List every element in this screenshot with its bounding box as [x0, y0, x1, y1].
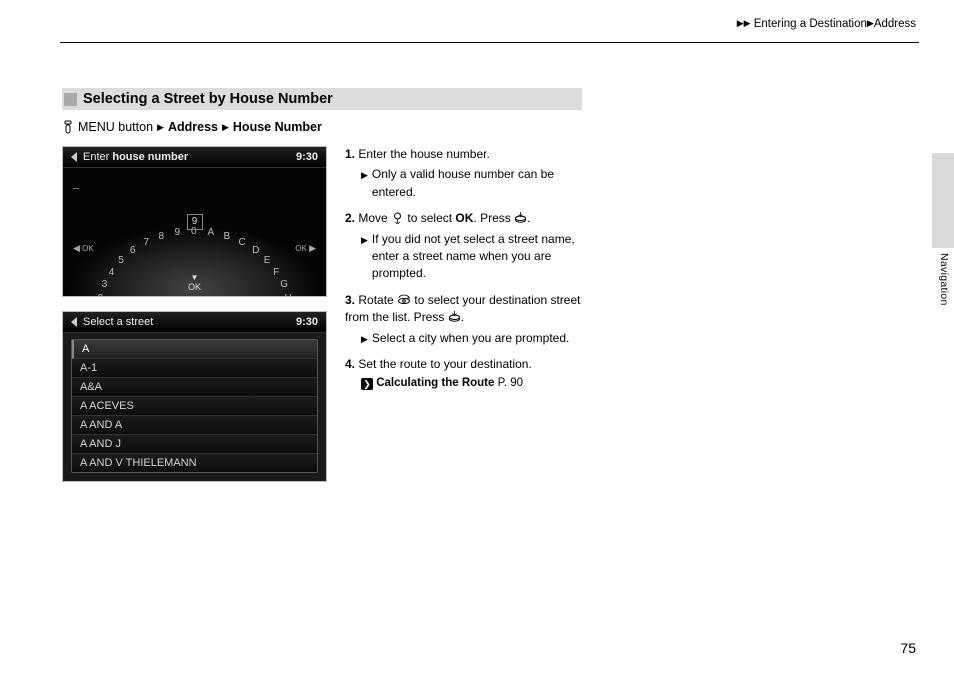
sub-arrow-icon — [361, 333, 368, 347]
path-step1: Address — [168, 120, 218, 134]
menu-label: MENU button — [78, 120, 153, 134]
breadcrumb: Entering a Destination Address — [737, 18, 916, 30]
arc-char: G — [280, 279, 288, 290]
arc-char: 8 — [159, 231, 165, 242]
clock-label: 9:30 — [296, 316, 318, 328]
arc-char: 9 — [175, 227, 181, 238]
menu-path: MENU button Address House Number — [62, 120, 902, 134]
breadcrumb-part2: Address — [874, 18, 916, 30]
breadcrumb-arrow-icon — [737, 18, 744, 28]
arc-char: F — [273, 267, 279, 278]
device-screen-select-street: Select a street 9:30 AA-1A&AA ACEVESA AN… — [62, 311, 327, 482]
street-row: A AND A — [72, 416, 317, 435]
arc-char: D — [252, 245, 259, 256]
street-row: A ACEVES — [72, 397, 317, 416]
section-heading: Selecting a Street by House Number — [62, 88, 582, 110]
street-row: A AND V THIELEMANN — [72, 454, 317, 472]
screen-titlebar: Select a street 9:30 — [63, 312, 326, 333]
arc-char: 2 — [97, 293, 103, 296]
menu-button-icon — [62, 120, 74, 134]
breadcrumb-part1: Entering a Destination — [754, 18, 867, 30]
header-divider — [60, 42, 919, 43]
clock-label: 9:30 — [296, 151, 318, 163]
ok-right-label: OK ▶ — [295, 243, 316, 254]
step-2: 2. Move to select OK. Press . If you did… — [345, 210, 585, 283]
instruction-steps: 1. Enter the house number. Only a valid … — [345, 146, 585, 401]
step-1: 1. Enter the house number. Only a valid … — [345, 146, 585, 201]
arc-char: B — [223, 231, 230, 242]
back-arrow-icon — [71, 152, 77, 162]
street-row: A — [72, 340, 317, 359]
page-number: 75 — [900, 640, 916, 656]
arc-highlight-box: 9 — [187, 214, 203, 230]
path-arrow-icon — [157, 122, 164, 133]
screen1-body: _ 1234567890ABCDEFGHI 9 ◀ OK OK ▶ ▼OK — [63, 168, 326, 296]
reference-icon: ❯ — [361, 378, 373, 390]
arc-char: H — [285, 293, 292, 296]
breadcrumb-arrow-icon — [867, 18, 874, 28]
press-button-icon — [514, 211, 527, 224]
path-arrow-icon — [222, 122, 229, 133]
arc-char: 6 — [130, 245, 136, 256]
rotate-dial-icon — [397, 293, 411, 306]
press-button-icon — [448, 310, 461, 323]
cross-reference: ❯ Calculating the Route P. 90 — [361, 375, 585, 392]
sub-arrow-icon — [361, 234, 368, 283]
section-title: Selecting a Street by House Number — [83, 91, 333, 107]
page-content: Selecting a Street by House Number MENU … — [62, 88, 902, 482]
ok-bottom-label: ▼OK — [173, 272, 217, 292]
screenshots-column: Enter house number 9:30 _ 1234567890ABCD… — [62, 146, 327, 482]
street-row: A&A — [72, 378, 317, 397]
street-row: A-1 — [72, 359, 317, 378]
arc-char: E — [264, 255, 271, 266]
device-screen-enter-number: Enter house number 9:30 _ 1234567890ABCD… — [62, 146, 327, 297]
joystick-move-icon — [391, 211, 404, 224]
sub-arrow-icon — [361, 169, 368, 201]
arc-char: 3 — [102, 279, 108, 290]
arc-char: 5 — [118, 255, 124, 266]
arc-char: A — [207, 227, 214, 238]
step-4: 4. Set the route to your destination. ❯ … — [345, 356, 585, 392]
arc-char: 4 — [109, 267, 115, 278]
back-arrow-icon — [71, 317, 77, 327]
ok-left-label: ◀ OK — [73, 243, 94, 254]
arc-char: C — [239, 237, 246, 248]
street-list: AA-1A&AA ACEVESA AND AA AND JA AND V THI… — [71, 339, 318, 473]
side-tab-label: Navigation — [938, 253, 950, 306]
path-step2: House Number — [233, 120, 322, 134]
arc-char: 7 — [144, 237, 150, 248]
section-square-icon — [64, 93, 77, 106]
step-3: 3. Rotate to select your destination str… — [345, 292, 585, 347]
street-row: A AND J — [72, 435, 317, 454]
screen2-body: AA-1A&AA ACEVESA AND AA AND JA AND V THI… — [63, 333, 326, 481]
breadcrumb-arrow-icon — [744, 18, 751, 28]
screen-titlebar: Enter house number 9:30 — [63, 147, 326, 168]
side-tab — [932, 153, 954, 248]
screen1-title: Enter house number — [83, 151, 188, 163]
screen2-title: Select a street — [83, 316, 153, 328]
